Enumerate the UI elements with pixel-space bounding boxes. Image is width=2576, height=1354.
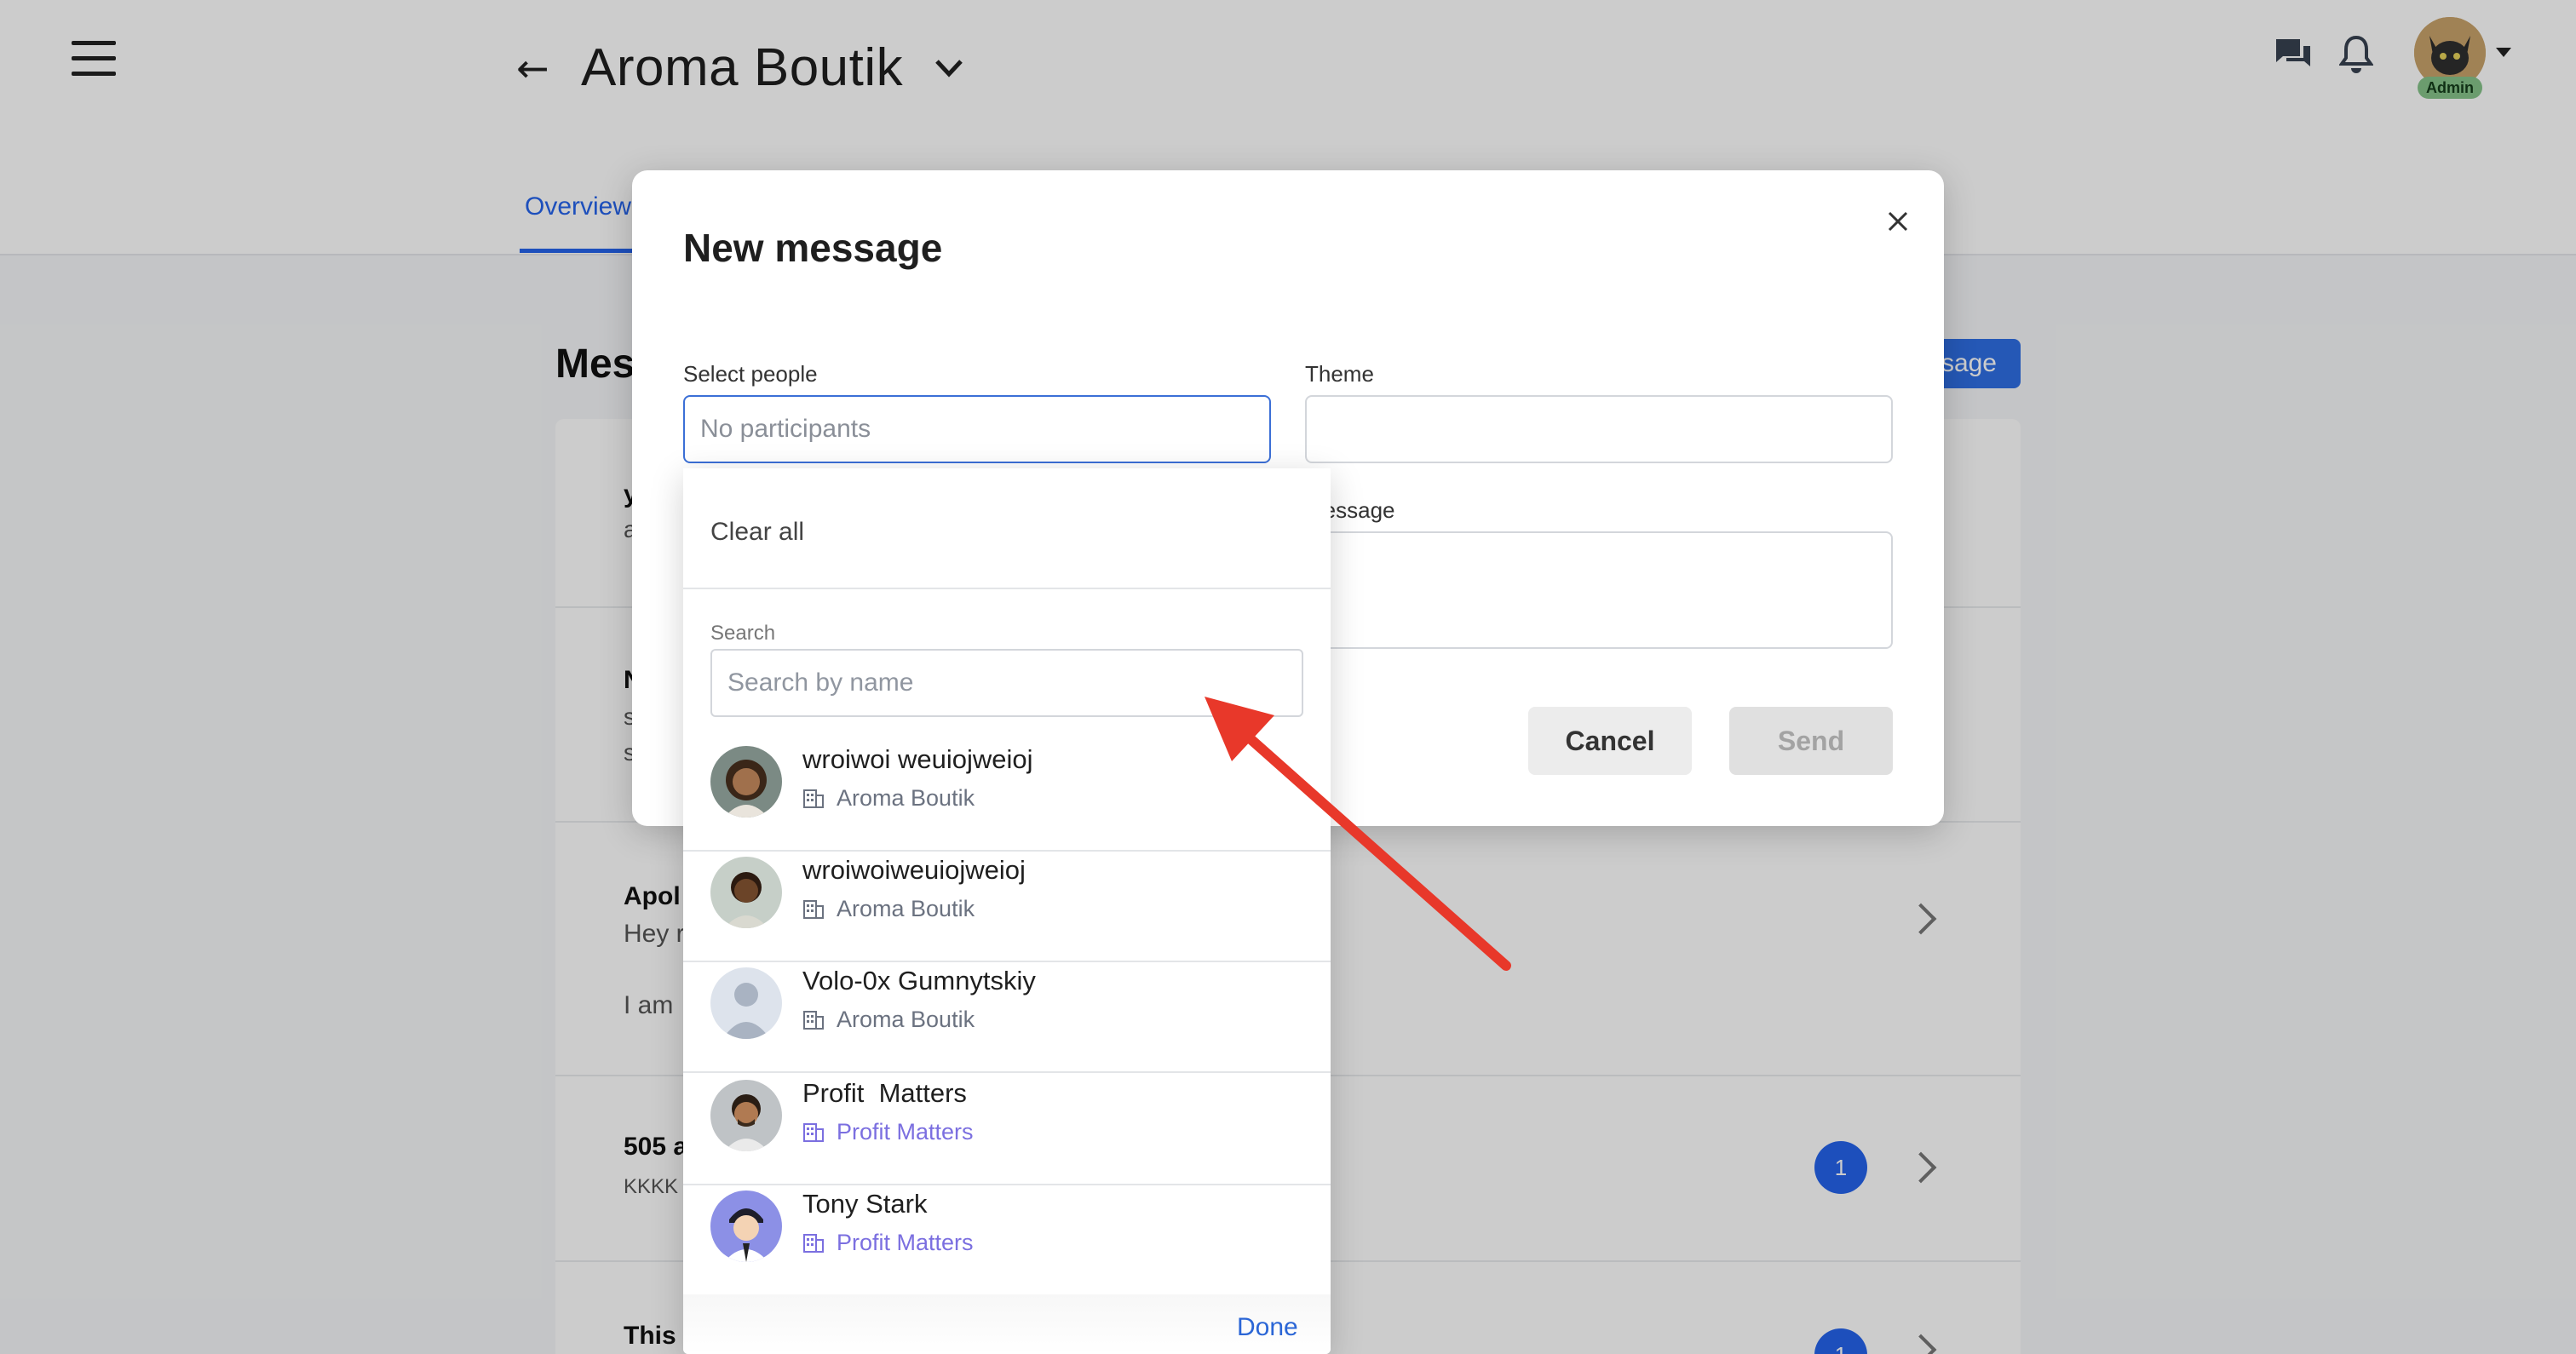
participant-org: Profit Matters [802,1230,974,1256]
participant-org: Aroma Boutik [802,1007,975,1033]
clear-all-button[interactable]: Clear all [710,518,804,547]
participant-org: Profit Matters [802,1119,974,1145]
close-icon[interactable] [1881,204,1915,238]
building-icon [803,789,824,808]
send-button[interactable]: Send [1729,707,1893,775]
avatar [710,1190,782,1262]
select-people-label: Select people [683,361,818,387]
participant-option[interactable]: Tony Stark Profit Matters [683,1172,1331,1282]
done-button[interactable]: Done [1237,1313,1298,1342]
theme-label: Theme [1305,361,1374,387]
search-input[interactable]: Search by name [710,649,1303,717]
participant-name: wroiwoiweuiojweioj [802,855,1026,885]
avatar [710,746,782,818]
participant-option[interactable]: Profit Matters Profit Matters [683,1061,1331,1172]
participant-name: Profit Matters [802,1078,967,1108]
building-icon [803,1233,824,1253]
search-placeholder: Search by name [727,668,914,697]
select-people-placeholder: No participants [700,415,871,443]
participant-org-name: Aroma Boutik [837,896,975,921]
participant-name: Tony Stark [802,1189,928,1219]
modal-title: New message [683,226,943,270]
participant-org: Aroma Boutik [802,785,975,812]
participant-name: wroiwoi weuiojweioj [802,744,1033,774]
divider [683,588,1331,589]
participant-org-name: Profit Matters [837,1119,974,1145]
building-icon [803,1122,824,1142]
theme-input[interactable] [1305,395,1893,463]
participant-org-name: Aroma Boutik [837,785,975,811]
participant-org-name: Aroma Boutik [837,1007,975,1032]
cancel-button[interactable]: Cancel [1528,707,1692,775]
message-textarea[interactable] [1305,531,1893,649]
dropdown-footer [683,1294,1331,1354]
participant-org-name: Profit Matters [837,1230,974,1255]
building-icon [803,1010,824,1030]
participant-option[interactable]: wroiwoi weuiojweioj Aroma Boutik [683,727,1331,838]
participant-org: Aroma Boutik [802,896,975,922]
avatar [710,1080,782,1151]
participant-name: Volo-0x Gumnytskiy [802,966,1036,995]
building-icon [803,899,824,919]
participant-option[interactable]: Volo-0x Gumnytskiy Aroma Boutik [683,949,1331,1059]
avatar-placeholder [710,967,782,1039]
avatar [710,857,782,928]
search-label: Search [710,622,776,645]
select-people-input[interactable]: No participants [683,395,1271,463]
participants-dropdown: Clear all Search Search by name wroiwoi … [683,468,1331,1354]
participant-option[interactable]: wroiwoiweuiojweioj Aroma Boutik [683,838,1331,949]
